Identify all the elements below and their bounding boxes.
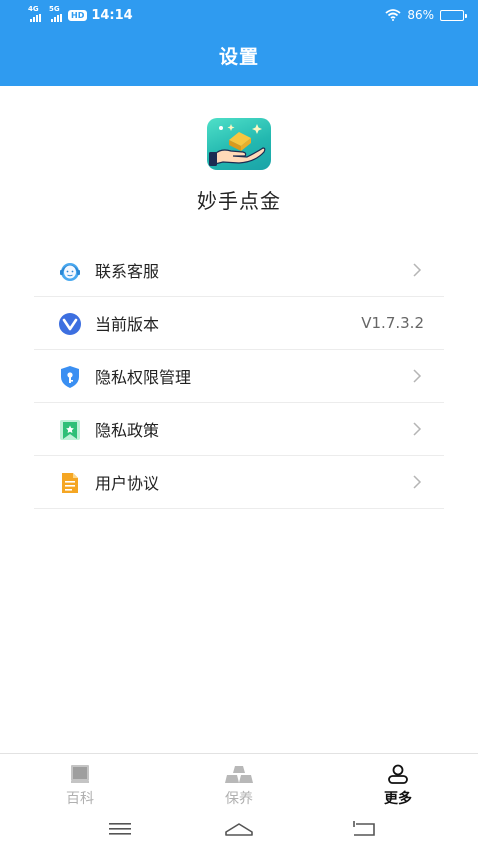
signal-5g-icon: 5G — [49, 5, 62, 22]
signal-4g-label: 4G — [28, 5, 39, 13]
tab-encyclopedia[interactable]: 百科 — [20, 754, 140, 811]
shield-icon — [61, 366, 79, 388]
gold-bars-icon — [225, 766, 253, 783]
chevron-right-icon — [413, 475, 422, 489]
version-value: V1.7.3.2 — [361, 314, 424, 332]
customer-service-icon — [60, 263, 80, 281]
battery-percent: 86% — [407, 8, 434, 22]
menu-item-user-agreement[interactable]: 用户协议 — [34, 456, 444, 509]
home-icon[interactable] — [224, 818, 254, 840]
menu-item-privacy-policy[interactable]: 隐私政策 — [34, 403, 444, 456]
system-nav-bar — [0, 810, 478, 850]
tab-label: 保养 — [225, 791, 253, 807]
user-icon — [388, 764, 408, 784]
battery-icon — [440, 9, 467, 21]
book-icon — [71, 765, 89, 783]
chevron-right-icon — [413, 369, 422, 383]
menu-icon[interactable] — [105, 818, 135, 840]
chevron-right-icon — [413, 422, 422, 436]
page-title: 设置 — [218, 46, 259, 68]
menu-item-label: 用户协议 — [95, 474, 160, 493]
header-bar: 4G 5G HD 14:14 86% 设置 — [0, 0, 478, 86]
bottom-tab-bar: 百科 保养 更多 — [0, 753, 478, 810]
wifi-icon — [385, 9, 401, 21]
document-icon — [62, 473, 78, 493]
menu-item-label: 联系客服 — [95, 262, 160, 281]
chevron-right-icon — [413, 263, 422, 277]
signal-5g-label: 5G — [49, 5, 60, 13]
settings-screen: 4G 5G HD 14:14 86% 设置 妙手点金 联系客服 当前版本 V1.… — [0, 0, 478, 850]
menu-item-version[interactable]: 当前版本 V1.7.3.2 — [34, 297, 444, 350]
tab-maintenance[interactable]: 保养 — [179, 754, 299, 811]
tab-label: 更多 — [384, 791, 412, 807]
status-time: 14:14 — [91, 7, 133, 23]
app-name: 妙手点金 — [197, 189, 281, 213]
settings-menu: 联系客服 当前版本 V1.7.3.2 隐私权限管理 隐私政策 用户协议 — [34, 244, 444, 509]
menu-item-label: 隐私政策 — [95, 421, 160, 440]
hd-badge: HD — [68, 9, 88, 21]
signal-4g-icon: 4G — [28, 5, 41, 22]
version-icon — [59, 313, 81, 335]
menu-item-label: 隐私权限管理 — [95, 368, 192, 387]
menu-item-customer-service[interactable]: 联系客服 — [34, 244, 444, 297]
status-bar: 4G 5G HD 14:14 86% — [0, 0, 478, 30]
back-icon[interactable] — [350, 818, 380, 840]
bookmark-star-icon — [60, 420, 80, 440]
gold-hand-logo-icon — [207, 118, 271, 170]
tab-label: 百科 — [66, 791, 94, 807]
menu-item-label: 当前版本 — [95, 315, 160, 334]
tab-more[interactable]: 更多 — [338, 754, 458, 811]
menu-item-privacy-permissions[interactable]: 隐私权限管理 — [34, 350, 444, 403]
